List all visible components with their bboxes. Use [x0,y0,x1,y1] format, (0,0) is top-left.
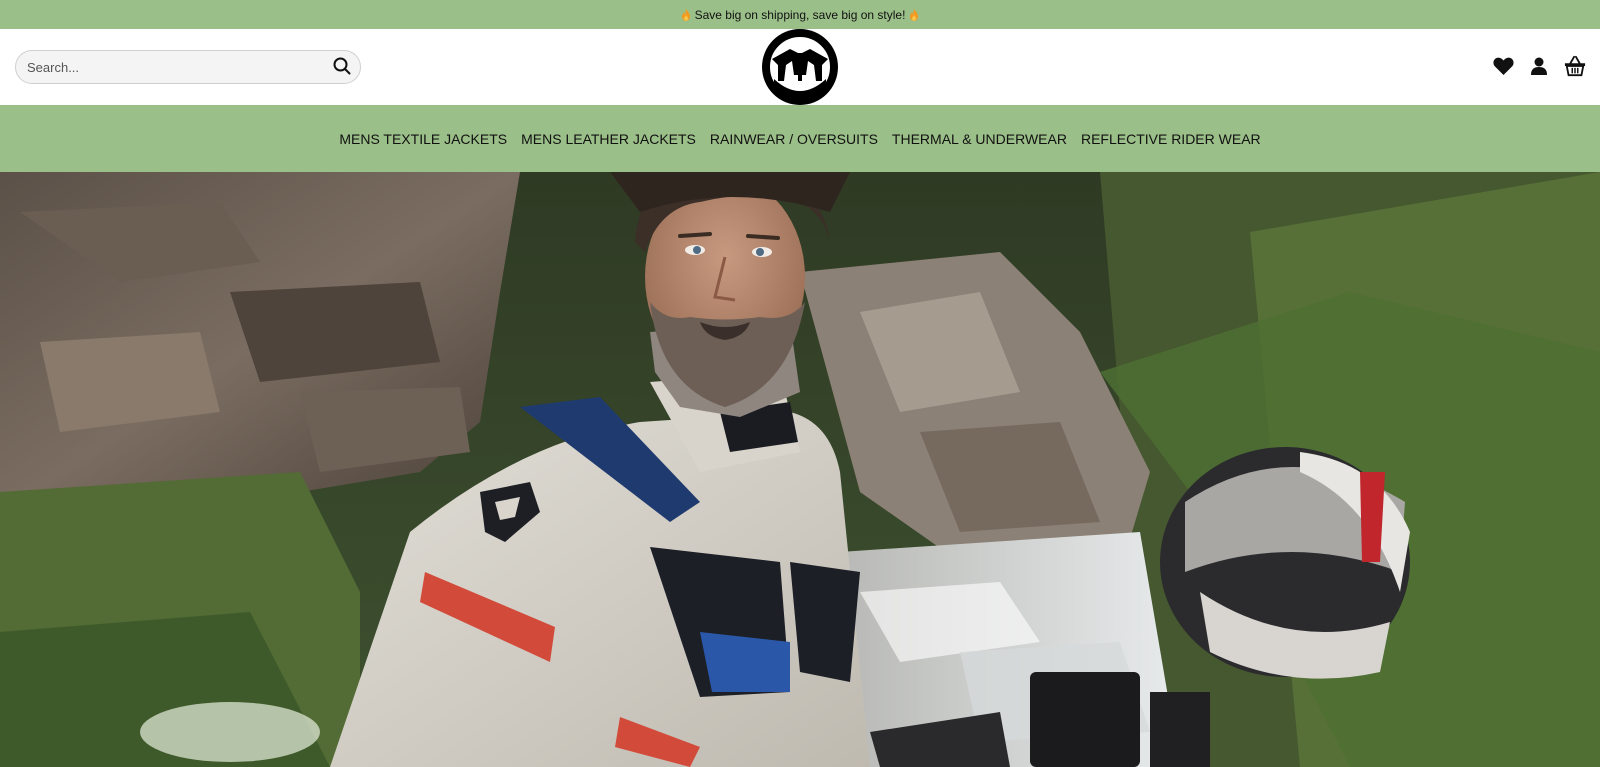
search-bar [15,50,361,84]
main-nav: MENS TEXTILE JACKETS MENS LEATHER JACKET… [0,105,1600,172]
nav-item-mens-leather-jackets[interactable]: MENS LEATHER JACKETS [514,131,703,147]
flame-icon [909,8,919,21]
header-actions [1492,55,1586,77]
site-header [0,29,1600,105]
nav-item-mens-textile-jackets[interactable]: MENS TEXTILE JACKETS [332,131,514,147]
hero-banner[interactable] [0,172,1600,767]
nav-item-rainwear-oversuits[interactable]: RAINWEAR / OVERSUITS [703,131,885,147]
search-icon [333,57,351,78]
search-button[interactable] [324,51,360,83]
announcement-bar: Save big on shipping, save big on style! [0,0,1600,29]
search-input[interactable] [16,51,324,83]
user-icon[interactable] [1528,55,1550,77]
announcement-text: Save big on shipping, save big on style! [694,7,906,22]
heart-icon[interactable] [1492,55,1514,77]
basket-icon[interactable] [1564,55,1586,77]
nav-item-reflective-rider-wear[interactable]: REFLECTIVE RIDER WEAR [1074,131,1268,147]
flame-icon [681,8,691,21]
nav-item-thermal-underwear[interactable]: THERMAL & UNDERWEAR [885,131,1074,147]
brand-logo[interactable] [762,29,838,105]
hero-photo [0,172,1600,767]
